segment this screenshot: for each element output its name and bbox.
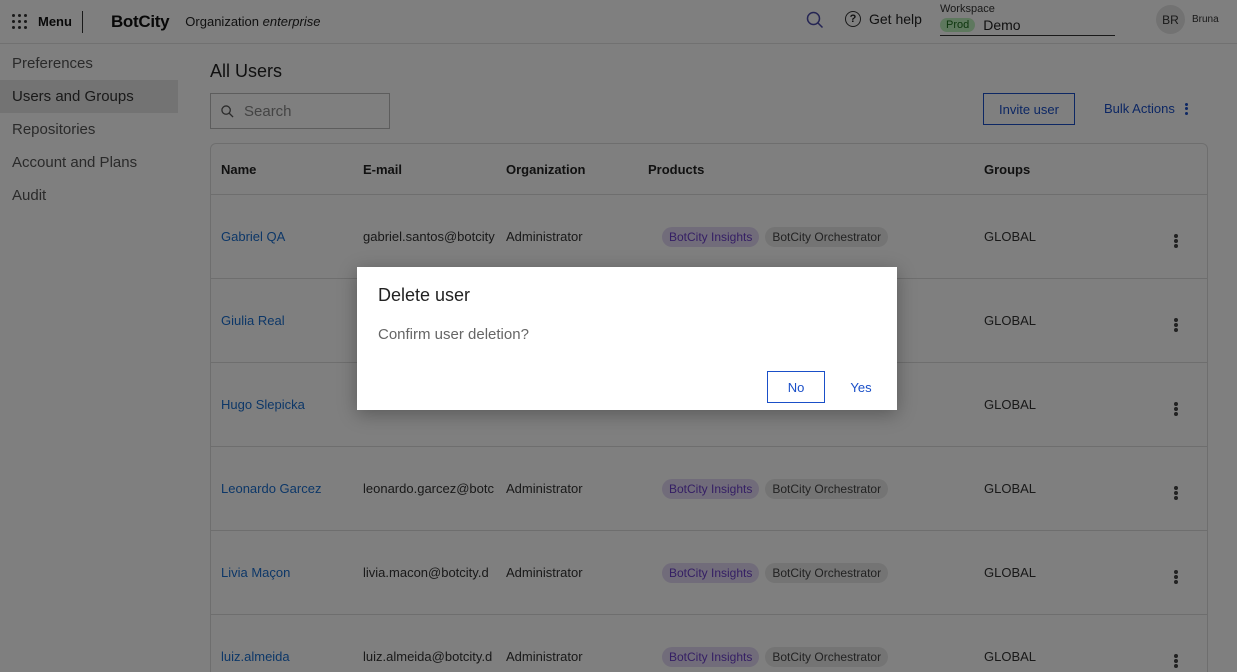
yes-button[interactable]: Yes — [837, 371, 885, 403]
dialog-title: Delete user — [378, 285, 471, 305]
dialog-message: Confirm user deletion? — [378, 326, 529, 343]
delete-user-dialog: Delete user Confirm user deletion? No Ye… — [357, 267, 897, 410]
no-button[interactable]: No — [767, 371, 825, 403]
